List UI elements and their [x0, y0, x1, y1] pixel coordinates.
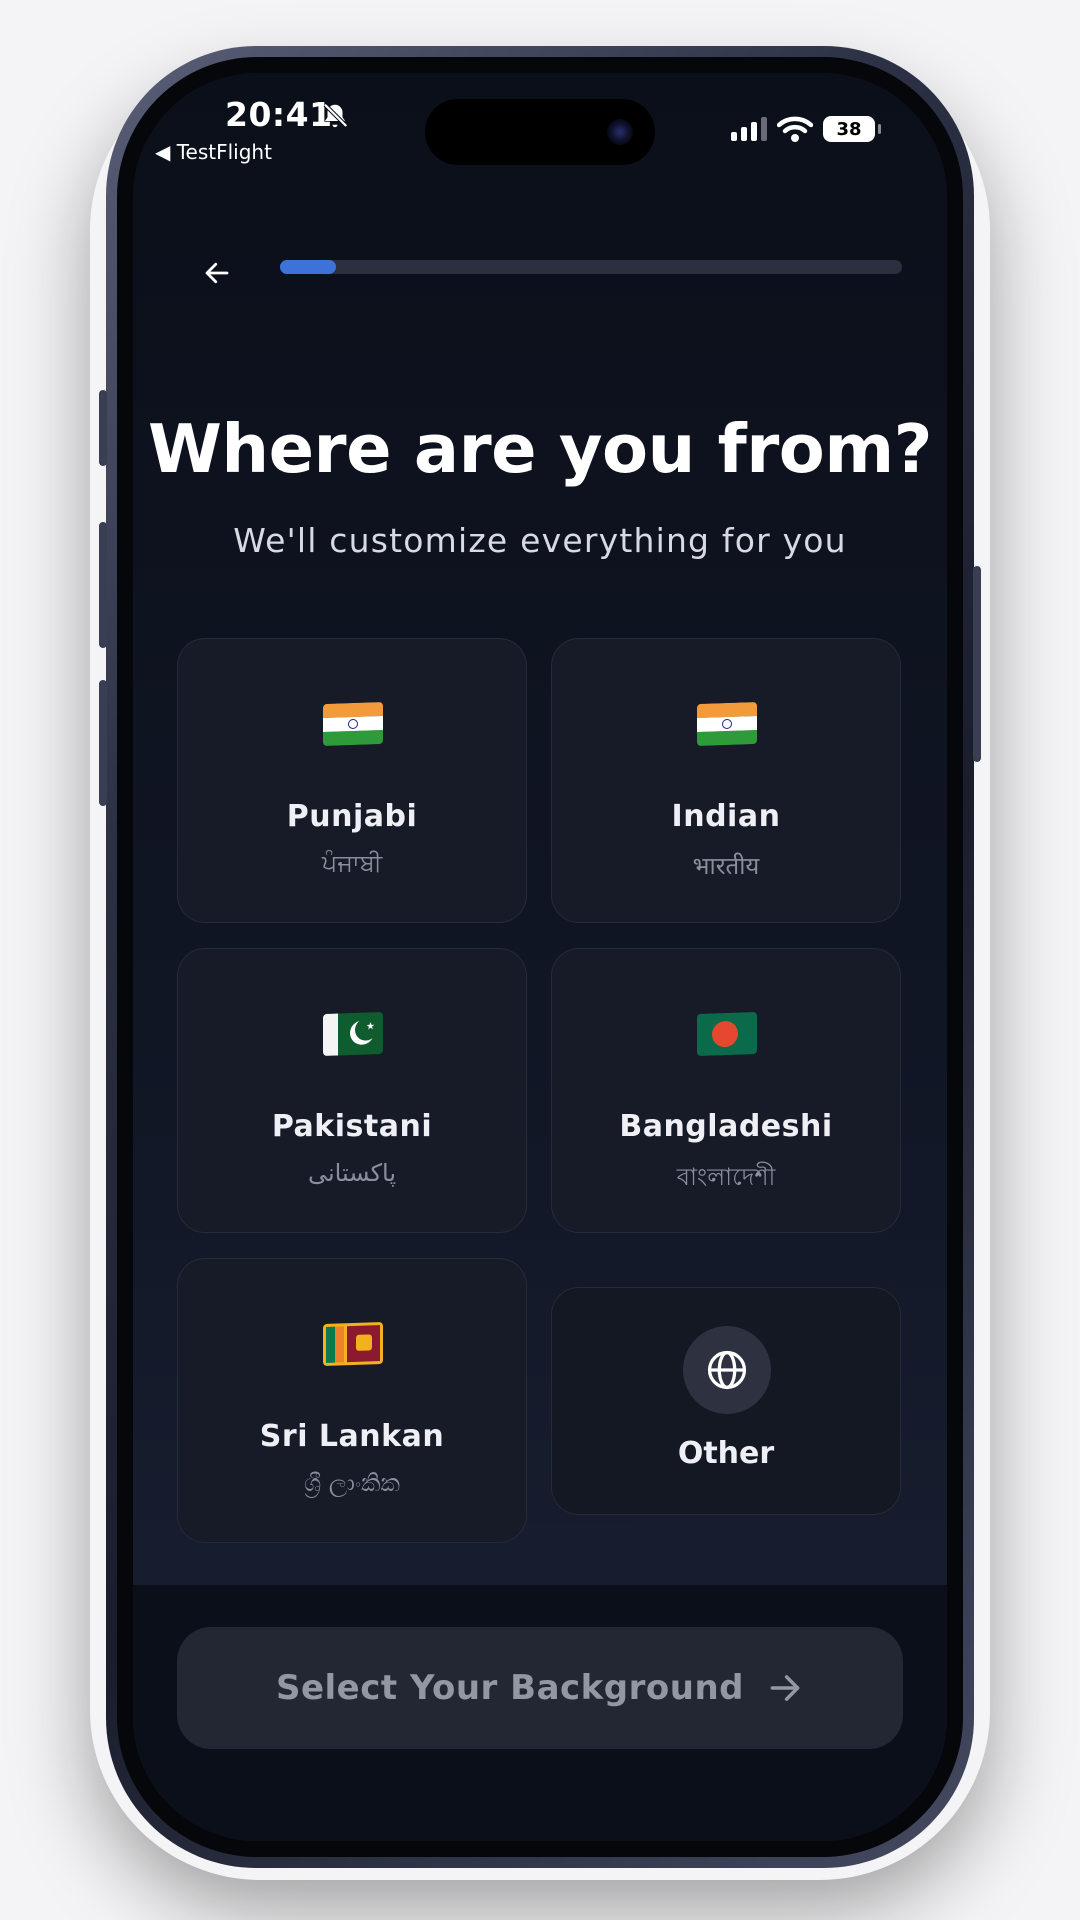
option-card-pakistani[interactable]: ★ Pakistani پاکستانی	[177, 948, 527, 1233]
arrow-left-icon	[205, 262, 229, 284]
pakistan-flag-icon: ★	[323, 1011, 383, 1057]
option-card-punjabi[interactable]: Punjabi ਪੰਜਾਬੀ	[177, 638, 527, 923]
status-time: 20:41	[225, 95, 333, 134]
india-flag-icon	[323, 701, 383, 747]
dynamic-island	[425, 99, 655, 165]
option-native-name: বাংলাদেশী	[676, 1163, 776, 1191]
bangladesh-flag-icon	[697, 1011, 757, 1057]
status-indicators: 38	[731, 115, 881, 143]
power-button	[973, 566, 981, 762]
option-card-sri-lankan[interactable]: Sri Lankan ශ්‍රී ලාංකික	[177, 1258, 527, 1543]
select-background-button[interactable]: Select Your Background	[177, 1627, 903, 1749]
bell-muted-icon	[323, 103, 348, 128]
option-card-other[interactable]: Other	[551, 1287, 901, 1515]
screen: 20:41 ◀ TestFlight 38 Where are you from…	[133, 73, 947, 1841]
wifi-icon	[777, 116, 813, 142]
back-to-testflight-link[interactable]: ◀ TestFlight	[155, 140, 272, 164]
progress-fill	[280, 260, 336, 274]
option-name: Pakistani	[271, 1109, 433, 1144]
globe-icon	[707, 1350, 747, 1390]
arrow-right-icon	[770, 1675, 800, 1701]
option-card-bangladeshi[interactable]: Bangladeshi বাংলাদেশী	[551, 948, 901, 1233]
page-title: Where are you from?	[148, 410, 933, 488]
sri-lanka-flag-icon	[323, 1321, 383, 1367]
action-button	[99, 390, 107, 466]
globe-icon-container	[683, 1326, 771, 1414]
option-name: Bangladeshi	[619, 1109, 833, 1144]
option-native-name: پاکستانی	[307, 1159, 397, 1187]
cta-label: Select Your Background	[275, 1668, 744, 1708]
option-native-name: ශ්‍රී ලාංකික	[303, 1469, 401, 1497]
option-name: Punjabi	[286, 799, 418, 834]
page-subtitle: We'll customize everything for you	[233, 521, 847, 560]
progress-bar	[280, 260, 902, 274]
option-name: Other	[677, 1436, 775, 1471]
option-native-name: भारतीय	[692, 852, 760, 880]
battery-indicator: 38	[823, 116, 881, 142]
option-native-name: ਪੰਜਾਬੀ	[321, 849, 383, 877]
back-button[interactable]	[195, 251, 239, 295]
india-flag-icon	[697, 701, 757, 747]
volume-up-button	[99, 522, 107, 648]
camera-icon	[607, 119, 633, 145]
cellular-signal-icon	[731, 117, 767, 141]
option-name: Sri Lankan	[259, 1419, 445, 1454]
option-card-indian[interactable]: Indian भारतीय	[551, 638, 901, 923]
volume-down-button	[99, 680, 107, 806]
option-name: Indian	[671, 799, 781, 834]
